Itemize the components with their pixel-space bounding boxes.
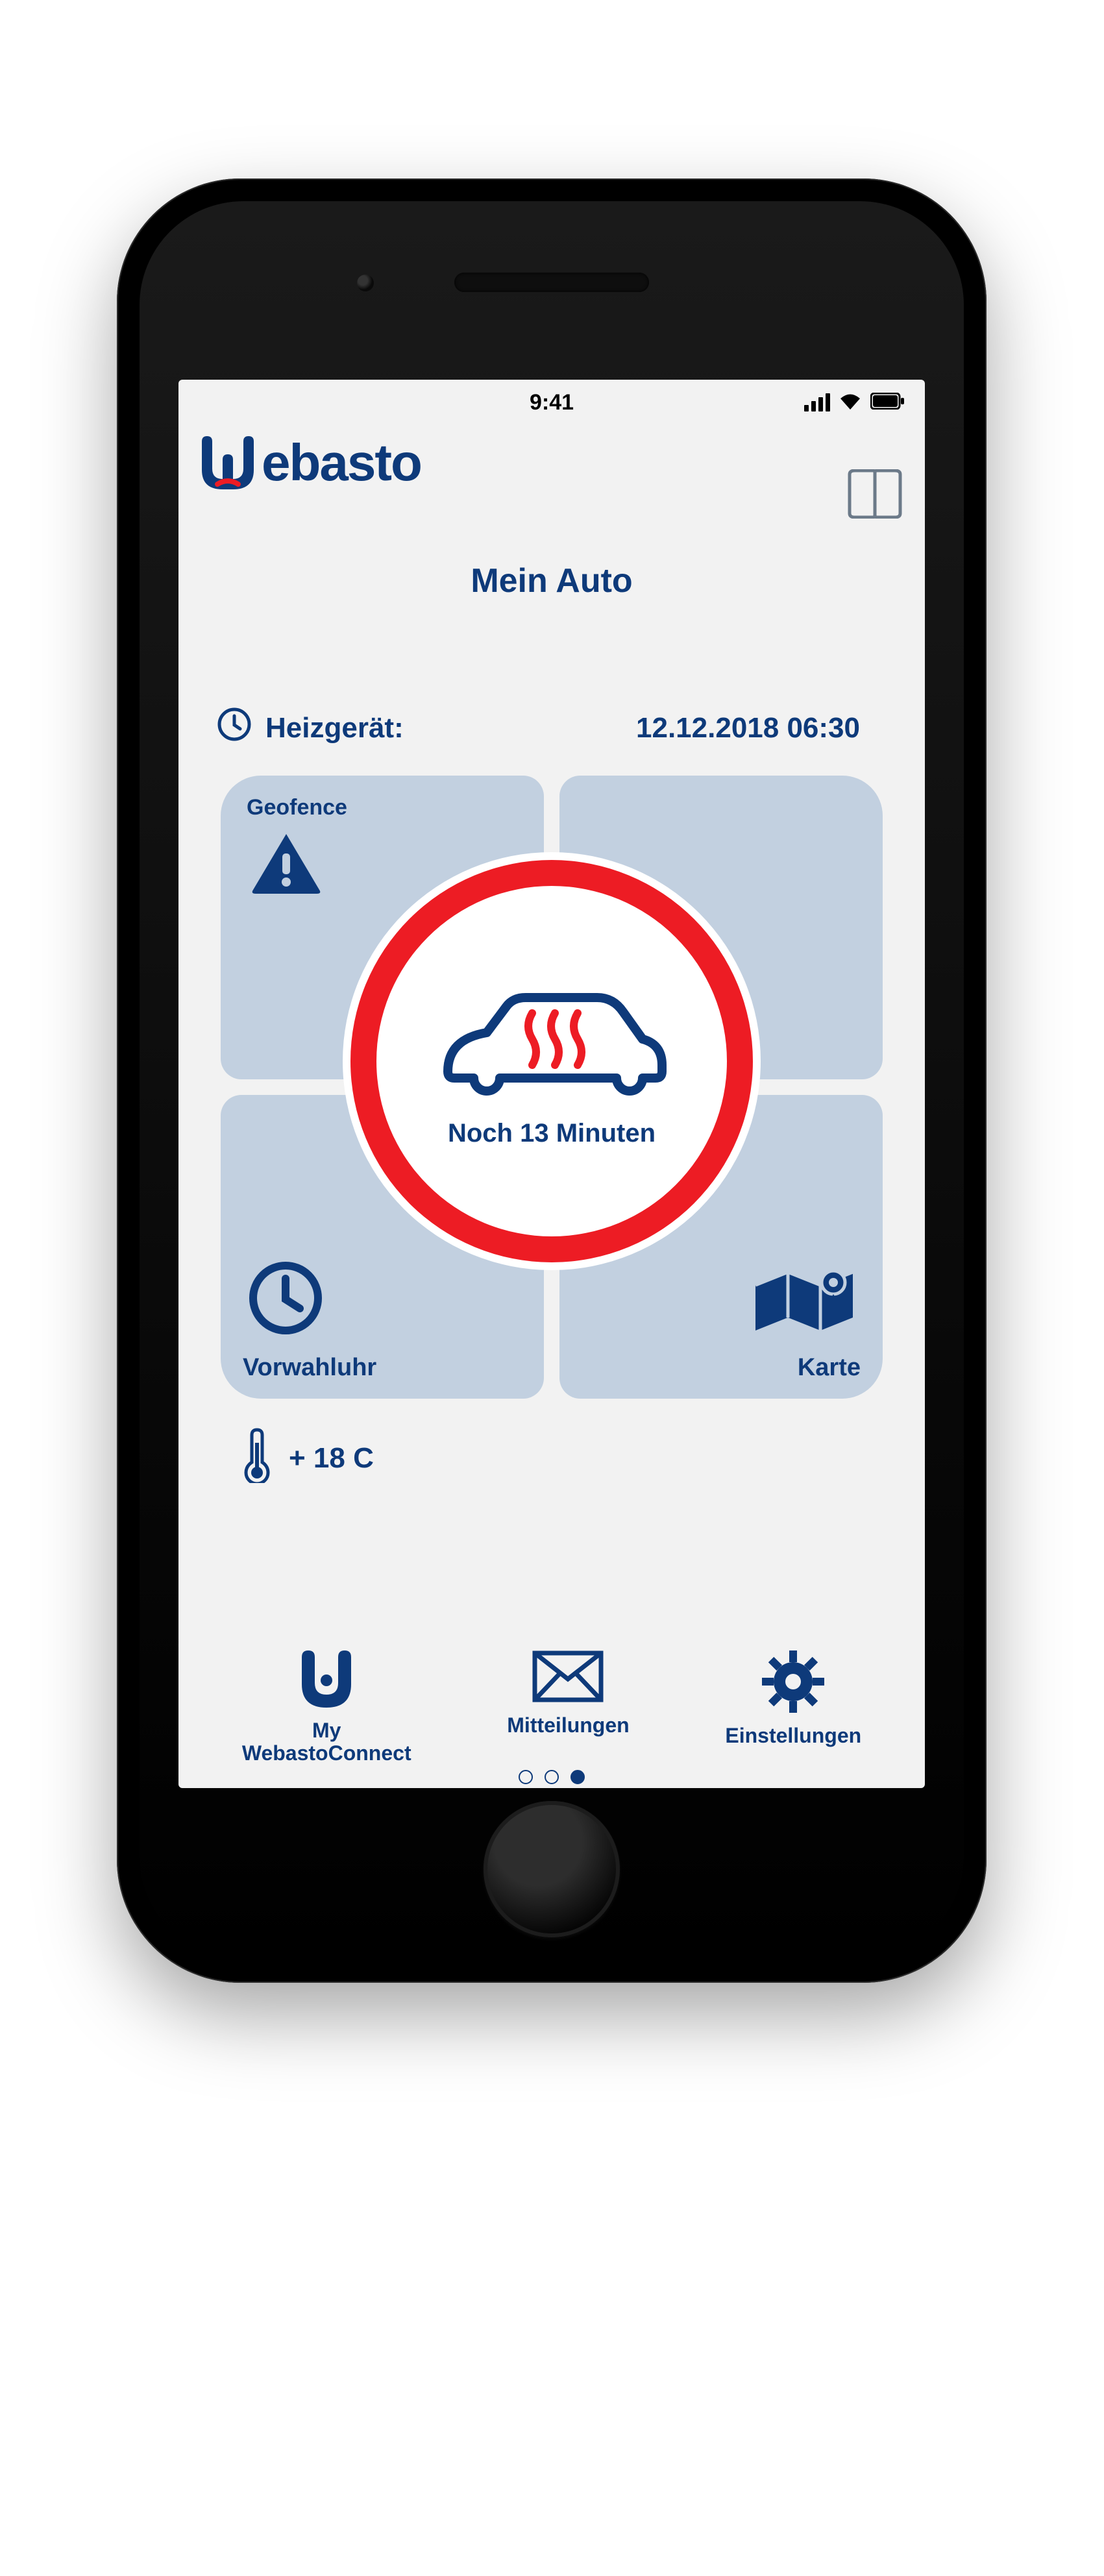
page-dot-3[interactable] xyxy=(570,1770,585,1784)
webasto-connect-icon xyxy=(295,1650,358,1712)
heater-label: Heizgerät: xyxy=(265,712,404,744)
brand-logo: ebasto xyxy=(198,433,421,493)
home-button[interactable] xyxy=(484,1801,620,1937)
app-header: ebasto xyxy=(178,430,925,541)
nav-connect-line1: My xyxy=(242,1719,411,1742)
page-dot-2[interactable] xyxy=(545,1770,559,1784)
tile-map-label: Karte xyxy=(798,1354,861,1382)
bottom-nav: My WebastoConnect Mitteilungen xyxy=(178,1650,925,1765)
nav-settings[interactable]: Einstellungen xyxy=(725,1650,861,1765)
phone-speaker xyxy=(454,273,649,292)
status-right xyxy=(804,380,905,425)
status-time: 9:41 xyxy=(530,390,574,415)
page-dot-1[interactable] xyxy=(519,1770,533,1784)
phone-frame: 9:41 xyxy=(117,178,987,1983)
clock-icon xyxy=(217,707,251,748)
brand-text: ebasto xyxy=(262,433,421,493)
map-icon xyxy=(749,1259,859,1340)
status-bar: 9:41 xyxy=(178,380,925,425)
tile-geofence-label: Geofence xyxy=(247,795,347,820)
page-indicator xyxy=(519,1770,585,1784)
nav-settings-label: Einstellungen xyxy=(725,1724,861,1747)
thermometer-icon xyxy=(243,1426,271,1490)
mail-icon xyxy=(532,1650,604,1707)
signal-icon xyxy=(804,393,830,411)
page-title: Mein Auto xyxy=(178,561,925,600)
nav-webasto-connect[interactable]: My WebastoConnect xyxy=(242,1650,411,1765)
temperature-row: + 18 C xyxy=(243,1426,374,1490)
nav-messages[interactable]: Mitteilungen xyxy=(507,1650,629,1765)
tile-timer-label: Vorwahluhr xyxy=(243,1354,376,1382)
wifi-icon xyxy=(839,390,861,415)
alert-icon xyxy=(251,831,322,897)
nav-messages-label: Mitteilungen xyxy=(507,1714,629,1737)
heater-value: 12.12.2018 06:30 xyxy=(636,712,886,744)
battery-icon xyxy=(870,390,905,415)
gear-icon xyxy=(762,1650,824,1717)
car-heat-icon xyxy=(428,974,675,1101)
heater-status: Noch 13 Minuten xyxy=(448,1119,656,1148)
heater-main-button[interactable]: Noch 13 Minuten xyxy=(350,860,753,1262)
manual-icon[interactable] xyxy=(847,469,903,522)
clock-icon xyxy=(247,1259,325,1340)
temperature-value: + 18 C xyxy=(289,1442,374,1475)
nav-connect-line2: WebastoConnect xyxy=(242,1742,411,1765)
screen: 9:41 xyxy=(178,380,925,1788)
last-heater-row: Heizgerät: 12.12.2018 06:30 xyxy=(217,707,886,748)
front-camera xyxy=(357,275,374,291)
